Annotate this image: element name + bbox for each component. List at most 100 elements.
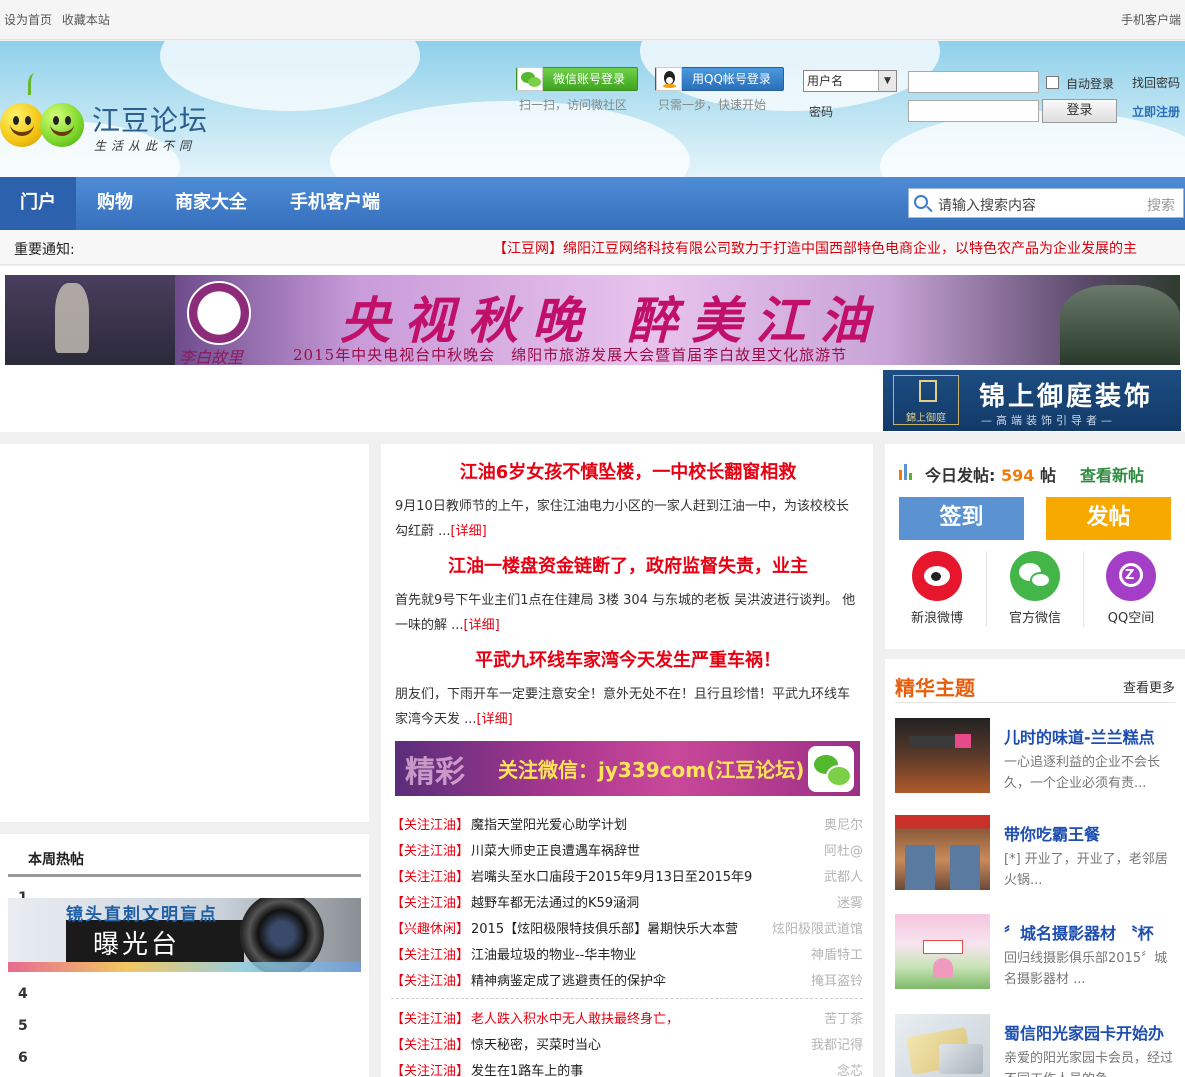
nav-item-portal[interactable]: 门户 [0, 177, 76, 230]
expose-platform-banner[interactable]: 镜头直刺文明盲点 曝光台 [8, 898, 361, 972]
decoration-ad-banner[interactable]: 錦上御庭 锦上御庭装饰 —高端装饰引导者— [883, 370, 1181, 431]
thread-category-link[interactable]: 【关注江油】 [391, 1034, 469, 1053]
decoration-subtitle: —高端装饰引导者— [981, 414, 1116, 427]
story-more-link[interactable]: [详细] [477, 712, 513, 727]
wechat-login-label: 微信账号登录 [553, 72, 626, 86]
thread-category-link[interactable]: 【关注江油】 [391, 970, 469, 989]
hot-rank-number: 5 [18, 1018, 28, 1034]
register-link[interactable]: 立即注册 [1132, 103, 1180, 120]
thread-category-link[interactable]: 【关注江油】 [391, 840, 469, 859]
thread-title-link[interactable]: 川菜大师史正良遭遇车祸辞世 [471, 840, 771, 859]
qzone-link[interactable]: Z QQ空间 [1083, 551, 1179, 631]
decoration-logo: 錦上御庭 [893, 375, 959, 425]
thread-author-link[interactable]: 我都记得 [811, 1034, 863, 1053]
login-form: 用户名 ▼ 密码 自动登录 找回密码 登录 立即注册 [803, 70, 1185, 130]
thread-author-link[interactable]: 念芯 [837, 1060, 863, 1077]
thread-author-link[interactable]: 奥尼尔 [824, 814, 863, 833]
expose-color-bar [8, 962, 361, 972]
qq-login-group: 用QQ帐号登录 只需一步，快速开始 [655, 67, 784, 113]
thread-title-link[interactable]: 惊天秘密，买菜时当心 [471, 1034, 771, 1053]
thread-author-link[interactable]: 迷雾 [837, 892, 863, 911]
find-password-link[interactable]: 找回密码 [1132, 74, 1180, 91]
wechat-follow-banner[interactable]: 精彩 关注微信：jy339com(江豆论坛) [395, 741, 860, 796]
divider [391, 998, 863, 999]
featured-thumbnail[interactable] [895, 1014, 990, 1077]
story-more-link[interactable]: [详细] [464, 618, 500, 633]
qq-penguin-icon [656, 67, 682, 91]
username-input[interactable] [908, 71, 1039, 93]
thread-category-link[interactable]: 【关注江油】 [391, 814, 469, 833]
banner-caption: 李白故里 [179, 348, 244, 365]
story-more-link[interactable]: [详细] [451, 524, 487, 539]
story-headline[interactable]: 江油6岁女孩不慎坠楼，一中校长翻窗相救 [395, 458, 861, 484]
auto-login-label: 自动登录 [1066, 77, 1115, 91]
sign-in-button[interactable]: 签到 [899, 497, 1024, 540]
nav-item-merchants[interactable]: 商家大全 [154, 177, 268, 230]
story-summary: 9月10日教师节的上午，家住江油电力小区的一家人赶到江油一中，为该校校长勾红蔚 … [395, 499, 849, 539]
bookmark-link[interactable]: 收藏本站 [62, 13, 110, 27]
nav-item-shopping[interactable]: 购物 [76, 177, 154, 230]
notice-text[interactable]: 【江豆网】绵阳江豆网络科技有限公司致力于打造中国西部特色电商企业，以特色农产品为… [493, 238, 1185, 258]
search-box[interactable]: 请输入搜索内容 搜索 [908, 188, 1184, 218]
featured-item-title[interactable]: 〞城名摄影器材 〝杯 [1004, 920, 1154, 944]
nav-item-mobile-client[interactable]: 手机客户端 [268, 177, 402, 230]
chevron-down-icon: ▼ [878, 71, 896, 91]
wechat-icon [808, 746, 854, 792]
featured-thumbnail[interactable] [895, 914, 990, 989]
bar-chart-icon [899, 464, 915, 480]
thread-title-link[interactable]: 魔指天堂阳光爱心助学计划 [471, 814, 771, 833]
thread-author-link[interactable]: 阿杜@ [824, 840, 863, 859]
featured-item-title[interactable]: 儿时的味道-兰兰糕点 [1004, 724, 1155, 748]
featured-more-link[interactable]: 查看更多 [1123, 677, 1175, 696]
thread-category-link[interactable]: 【兴趣休闲】 [391, 918, 469, 937]
thread-category-link[interactable]: 【关注江油】 [391, 1060, 469, 1077]
featured-topics-box: 精华主题 查看更多 儿时的味道-兰兰糕点 一心追逐利益的企业不会长久，一个企业必… [885, 659, 1185, 1077]
password-input[interactable] [908, 100, 1039, 122]
thread-title-link[interactable]: 江油最垃圾的物业--华丰物业 [471, 944, 771, 963]
thread-category-link[interactable]: 【关注江油】 [391, 866, 469, 885]
thread-author-link[interactable]: 神盾特工 [811, 944, 863, 963]
official-wechat-link[interactable]: 官方微信 [987, 551, 1083, 631]
decoration-title: 锦上御庭装饰 [979, 382, 1154, 412]
featured-thumbnail[interactable] [895, 815, 990, 890]
set-home-link[interactable]: 设为首页 [4, 13, 52, 27]
new-post-button[interactable]: 发帖 [1046, 497, 1171, 540]
thread-title-link[interactable]: 精神病鉴定成了逃避责任的保护伞 [471, 970, 771, 989]
featured-thumbnail[interactable] [895, 718, 990, 793]
wechat-login-button[interactable]: 微信账号登录 [516, 67, 639, 91]
auto-login-checkbox[interactable] [1046, 76, 1059, 89]
thread-category-link[interactable]: 【关注江油】 [391, 892, 469, 911]
leaf-icon [28, 73, 42, 95]
gala-emblem-icon [187, 281, 251, 345]
thread-title-link[interactable]: 越野车都无法通过的K59涵洞 [471, 892, 771, 911]
thread-category-link[interactable]: 【关注江油】 [391, 1008, 469, 1027]
qq-login-button[interactable]: 用QQ帐号登录 [655, 67, 784, 91]
today-post-count: 594 [1000, 466, 1035, 485]
featured-item-title[interactable]: 带你吃霸王餐 [1004, 821, 1100, 845]
login-type-select[interactable]: 用户名 ▼ [803, 70, 897, 92]
weekly-hot-title: 本周热帖 [28, 852, 84, 868]
login-button[interactable]: 登录 [1042, 99, 1117, 123]
view-new-posts-link[interactable]: 查看新帖 [1080, 462, 1144, 486]
mid-autumn-gala-banner[interactable]: 央视秋晚 醉美江油 李白故里 2015年中央电视台中秋晚会 绵阳市旅游发展大会暨… [5, 275, 1180, 365]
thread-author-link[interactable]: 炫阳极限武道馆 [772, 918, 863, 937]
featured-item-title[interactable]: 蜀信阳光家园卡开始办 [1004, 1020, 1164, 1044]
search-button[interactable]: 搜索 [1147, 195, 1175, 215]
thread-title-link[interactable]: 发生在1路车上的事 [471, 1060, 771, 1077]
weibo-link[interactable]: 新浪微博 [889, 551, 985, 631]
thread-row: 【关注江油】 川菜大师史正良遭遇车祸辞世 阿杜@ [391, 840, 863, 866]
story-headline[interactable]: 江油一楼盘资金链断了，政府监督失责，业主 [395, 552, 861, 578]
thread-title-link[interactable]: 2015【炫阳极限特技俱乐部】暑期快乐大本营 [471, 918, 771, 937]
thread-author-link[interactable]: 武都人 [824, 866, 863, 885]
thread-author-link[interactable]: 苦丁茶 [824, 1008, 863, 1027]
thread-row: 【关注江油】 精神病鉴定成了逃避责任的保护伞 掩耳盗铃 [391, 970, 863, 996]
thread-title-link[interactable]: 老人跌入积水中无人敢扶最终身亡， [471, 1008, 771, 1027]
story-headline[interactable]: 平武九环线车家湾今天发生严重车祸！ [395, 646, 861, 672]
statue-image [5, 275, 175, 365]
site-logo[interactable]: 江豆论坛 生活从此不同 [0, 71, 215, 156]
thread-title-link[interactable]: 岩嘴头至水口庙段于2015年9月13日至2015年9 [471, 866, 771, 885]
search-input[interactable]: 请输入搜索内容 [938, 195, 1036, 215]
thread-category-link[interactable]: 【关注江油】 [391, 944, 469, 963]
mobile-client-link[interactable]: 手机客户端 [1121, 11, 1181, 28]
thread-author-link[interactable]: 掩耳盗铃 [811, 970, 863, 989]
